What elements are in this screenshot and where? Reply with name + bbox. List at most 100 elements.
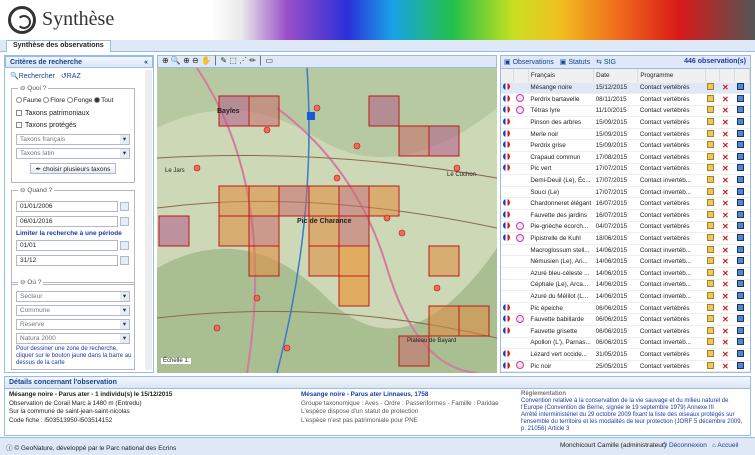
- col-francais[interactable]: Français: [528, 69, 595, 83]
- edit-icon[interactable]: [705, 337, 720, 350]
- edit-icon[interactable]: [705, 128, 720, 141]
- delete-icon[interactable]: ✕: [719, 197, 735, 211]
- export-icon[interactable]: [734, 151, 750, 164]
- date-from-input[interactable]: 01/01/2006: [16, 201, 118, 212]
- radio-flore[interactable]: Flore: [43, 97, 65, 104]
- delete-icon[interactable]: ✕: [719, 267, 735, 280]
- export-icon[interactable]: [734, 290, 750, 303]
- radio-faune[interactable]: Faune: [16, 97, 41, 104]
- table-row[interactable]: Fauvette babillarde 06/06/2015 Contact ver…: [501, 313, 750, 326]
- radio-tout[interactable]: Tout: [94, 97, 113, 104]
- edit-icon[interactable]: [705, 360, 720, 372]
- delete-icon[interactable]: ✕: [719, 128, 735, 141]
- choose-taxa-button[interactable]: ✒ choisir plusieurs taxons: [30, 163, 116, 174]
- table-row[interactable]: Fauvette des jardins 16/07/2015 Contact ve…: [501, 209, 750, 222]
- export-icon[interactable]: [734, 186, 750, 199]
- table-row[interactable]: Azuré du Mélilot (L... 14/06/2015 Contact …: [501, 290, 750, 303]
- edit-icon[interactable]: [705, 348, 720, 361]
- edit-icon[interactable]: [705, 82, 720, 95]
- delete-icon[interactable]: ✕: [719, 151, 735, 164]
- table-row[interactable]: Pipistrelle de Kuhl 18/06/2015 Contact ver…: [501, 232, 750, 245]
- taxons-fr-select[interactable]: Taxons français: [16, 134, 130, 145]
- edit-icon[interactable]: [705, 197, 720, 211]
- export-icon[interactable]: [734, 197, 750, 211]
- table-row[interactable]: Apollon (L'), Parnas... 06/06/2015 Contact…: [501, 337, 750, 350]
- edit-icon[interactable]: [705, 105, 720, 118]
- export-icon[interactable]: [734, 105, 750, 118]
- col-programme[interactable]: Programme: [637, 69, 706, 83]
- table-row[interactable]: Tétras lyre 11/10/2015 Contact vertébrés ✕: [501, 105, 750, 118]
- left-scrollbar[interactable]: [145, 70, 152, 370]
- checkbox-proteges[interactable]: Taxons protégés: [16, 122, 76, 129]
- edit-icon[interactable]: [705, 221, 720, 234]
- delete-icon[interactable]: ✕: [719, 348, 735, 361]
- table-row[interactable]: Perdrix grise 15/09/2015 Contact vertébrés…: [501, 139, 750, 153]
- edit-icon[interactable]: [705, 139, 720, 153]
- col-date[interactable]: Date: [593, 69, 639, 83]
- reserve-select[interactable]: Reserve: [16, 319, 130, 330]
- export-icon[interactable]: [734, 116, 750, 129]
- reset-button[interactable]: ↺RAZ: [61, 73, 81, 80]
- table-row[interactable]: Pic vert 17/07/2015 Contact vertébrés ✕: [501, 163, 750, 176]
- export-icon[interactable]: [734, 128, 750, 141]
- export-icon[interactable]: [734, 325, 750, 338]
- export-icon[interactable]: [734, 163, 750, 176]
- export-icon[interactable]: [734, 232, 750, 245]
- export-icon[interactable]: [734, 337, 750, 350]
- delete-icon[interactable]: ✕: [719, 139, 735, 153]
- export-icon[interactable]: [734, 139, 750, 153]
- delete-icon[interactable]: ✕: [719, 360, 735, 372]
- export-icon[interactable]: [734, 174, 750, 187]
- radio-fonge[interactable]: Fonge: [66, 97, 92, 104]
- delete-icon[interactable]: ✕: [719, 93, 735, 106]
- delete-icon[interactable]: ✕: [719, 232, 735, 245]
- edit-icon[interactable]: [705, 163, 720, 176]
- calendar-icon[interactable]: [120, 217, 129, 226]
- edit-icon[interactable]: [705, 267, 720, 280]
- natura-select[interactable]: Natura 2000: [16, 333, 130, 344]
- edit-icon[interactable]: [705, 302, 720, 315]
- edit-icon[interactable]: [705, 244, 720, 257]
- date-to-input[interactable]: 06/01/2016: [16, 216, 118, 227]
- export-icon[interactable]: [734, 348, 750, 361]
- table-row[interactable]: Fauvette grisette 06/06/2015 Contact verté…: [501, 325, 750, 338]
- tab-observations[interactable]: ▣ Observations: [504, 59, 554, 66]
- export-icon[interactable]: [734, 255, 750, 268]
- export-icon[interactable]: [734, 221, 750, 234]
- logout-button[interactable]: ⏻ Déconnexion: [662, 442, 707, 450]
- tab-statuts[interactable]: ▣ Statuts: [560, 59, 590, 66]
- export-icon[interactable]: [734, 279, 750, 292]
- delete-icon[interactable]: ✕: [719, 221, 735, 234]
- table-row[interactable]: Souci (Le) 17/07/2015 Contact invertéb... ✕: [501, 186, 750, 199]
- export-icon[interactable]: [734, 313, 750, 326]
- export-icon[interactable]: [734, 209, 750, 222]
- delete-icon[interactable]: ✕: [719, 279, 735, 292]
- delete-icon[interactable]: ✕: [719, 302, 735, 315]
- export-icon[interactable]: [734, 360, 750, 372]
- edit-icon[interactable]: [705, 325, 720, 338]
- delete-icon[interactable]: ✕: [719, 313, 735, 326]
- table-row[interactable]: Pic épeiche 06/06/2015 Contact vertébrés ✕: [501, 302, 750, 315]
- delete-icon[interactable]: ✕: [719, 255, 735, 268]
- collapse-icon[interactable]: «: [144, 59, 148, 66]
- edit-icon[interactable]: [705, 232, 720, 245]
- export-icon[interactable]: [734, 93, 750, 106]
- table-row[interactable]: Perdrix bartavelle 08/11/2015 Contact vert…: [501, 93, 750, 106]
- tab-sig[interactable]: ⇆ SIG: [596, 59, 616, 66]
- delete-icon[interactable]: ✕: [719, 290, 735, 303]
- table-row[interactable]: Demi-Deuil (Le), Éc... 17/07/2015 Contact …: [501, 174, 750, 187]
- calendar-icon[interactable]: [120, 256, 129, 265]
- period-from-input[interactable]: 01/01: [16, 240, 118, 251]
- map-tools-icons[interactable]: ⊕ 🔍 ⊕ ⊖ ✋ │ ✎ ⬚ ⋰ ✏ │ ▭: [162, 56, 273, 65]
- delete-icon[interactable]: ✕: [719, 186, 735, 199]
- delete-icon[interactable]: ✕: [719, 105, 735, 118]
- delete-icon[interactable]: ✕: [719, 174, 735, 187]
- table-row[interactable]: Némusien (Le), Ari... 14/06/2015 Contact i…: [501, 255, 750, 268]
- table-row[interactable]: Chardonneret élégant 16/07/2015 Contact ve…: [501, 197, 750, 211]
- delete-icon[interactable]: ✕: [719, 337, 735, 350]
- edit-icon[interactable]: [705, 151, 720, 164]
- calendar-icon[interactable]: [120, 202, 129, 211]
- table-row[interactable]: Céphale (Le), Arca... 14/06/2015 Contact i…: [501, 279, 750, 292]
- table-row[interactable]: Pie-grièche écorch... 04/07/2015 Contact v…: [501, 221, 750, 234]
- table-row[interactable]: Pic noir 25/05/2015 Contact vertébrés ✕: [501, 360, 750, 372]
